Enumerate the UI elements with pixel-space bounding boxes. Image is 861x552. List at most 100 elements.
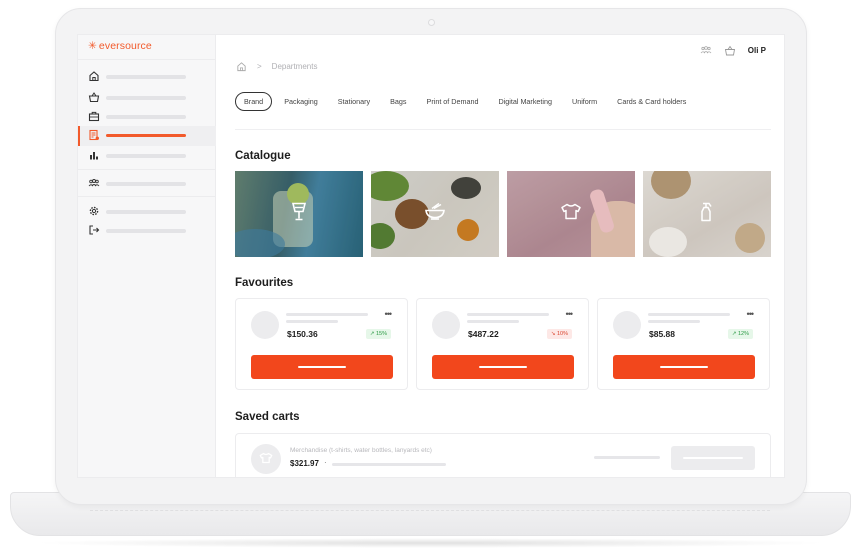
- add-to-cart-button[interactable]: [251, 355, 393, 379]
- cart-price: $321.97: [290, 459, 319, 468]
- brand-logo[interactable]: ✳ eversource: [88, 40, 152, 52]
- logo-mark: ✳: [88, 40, 97, 52]
- favourite-card: ••• $85.88 ↗ 12%: [597, 298, 770, 390]
- button-label-placeholder: [479, 366, 527, 368]
- basket-icon: [88, 91, 100, 103]
- product-name-placeholder: [286, 313, 368, 316]
- product-meta-placeholder: [286, 320, 338, 323]
- sidebar-divider: [78, 196, 216, 197]
- more-options-icon[interactable]: •••: [747, 309, 755, 319]
- catalogue-tile-food[interactable]: [371, 171, 499, 257]
- sidebar-item-settings[interactable]: [78, 202, 216, 222]
- favourite-card: ••• $487.22 ↘ 10%: [416, 298, 589, 390]
- tab-brand[interactable]: Brand: [235, 92, 273, 111]
- sidebar-item-orders[interactable]: [78, 126, 216, 146]
- tab-digital-marketing[interactable]: Digital Marketing: [488, 93, 562, 110]
- trend-badge: ↘ 10%: [546, 329, 572, 339]
- sidebar-item-team[interactable]: [78, 174, 216, 194]
- home-icon[interactable]: [236, 61, 247, 72]
- trend-value: 12%: [737, 331, 749, 337]
- sidebar-divider: [78, 169, 216, 170]
- home-icon: [88, 70, 100, 82]
- header-actions: Oli P: [700, 43, 766, 57]
- product-thumbnail: [613, 311, 641, 339]
- product-name-placeholder: [648, 313, 730, 316]
- sidebar-item-label-placeholder: [106, 182, 186, 186]
- sidebar-item-label-placeholder: [106, 210, 186, 214]
- app-screen: ✳ eversource Oli P > Departments Brand P…: [77, 34, 785, 478]
- sidebar-item-label-placeholder: [106, 154, 186, 158]
- trend-badge: ↗ 15%: [365, 329, 391, 339]
- settings-icon: [88, 205, 100, 217]
- bar-chart-icon: [88, 149, 100, 161]
- product-name-placeholder: [467, 313, 549, 316]
- add-to-cart-button[interactable]: [613, 355, 755, 379]
- sidebar-item-label-placeholder: [106, 96, 186, 100]
- document-list-icon: [88, 129, 100, 141]
- button-label-placeholder: [298, 366, 346, 368]
- tab-uniform[interactable]: Uniform: [562, 93, 607, 110]
- catalogue-title: Catalogue: [235, 150, 291, 162]
- cart-meta-placeholder: [332, 463, 446, 466]
- trend-badge: ↗ 12%: [727, 329, 753, 339]
- briefcase-icon: [88, 110, 100, 122]
- favourite-card: ••• $150.36 ↗ 15%: [235, 298, 408, 390]
- sidebar-item-label-placeholder: [106, 75, 186, 79]
- cart-separator: ·: [324, 458, 327, 467]
- product-price: $487.22: [468, 329, 499, 339]
- cocktail-glass-icon: [291, 202, 307, 227]
- trend-value: 15%: [375, 331, 387, 337]
- camera-icon: [428, 19, 435, 26]
- saved-cart-row[interactable]: Merchandise (t-shirts, water bottles, la…: [235, 433, 771, 477]
- sidebar-item-home[interactable]: [78, 67, 216, 87]
- trend-value: 10%: [556, 331, 568, 337]
- product-thumbnail: [432, 311, 460, 339]
- main-content: Oli P > Departments Brand Packaging Stat…: [216, 35, 784, 477]
- spray-bottle-icon: [700, 201, 714, 228]
- sidebar-item-label-placeholder: [106, 115, 186, 119]
- more-options-icon[interactable]: •••: [385, 309, 393, 319]
- tab-cards-card-holders[interactable]: Cards & Card holders: [607, 93, 696, 110]
- tshirt-icon: [560, 203, 582, 226]
- department-tabs: Brand Packaging Stationary Bags Print of…: [235, 92, 696, 111]
- sidebar-divider: [78, 59, 216, 60]
- logo-text: eversource: [98, 40, 152, 52]
- sidebar-item-label-placeholder: [106, 134, 186, 137]
- add-to-cart-button[interactable]: [432, 355, 574, 379]
- breadcrumb: > Departments: [236, 61, 317, 72]
- food-bowl-icon: [424, 202, 446, 226]
- product-meta-placeholder: [648, 320, 700, 323]
- catalogue-tile-apparel[interactable]: [507, 171, 635, 257]
- user-name[interactable]: Oli P: [748, 46, 766, 55]
- sidebar-item-reports[interactable]: [78, 146, 216, 166]
- basket-icon[interactable]: [724, 45, 736, 56]
- sidebar-item-logout[interactable]: [78, 221, 216, 241]
- catalogue-tile-homeware[interactable]: [643, 171, 771, 257]
- team-icon: [88, 177, 100, 189]
- tab-print-of-demand[interactable]: Print of Demand: [417, 93, 489, 110]
- sidebar-item-label-placeholder: [106, 229, 186, 233]
- cart-action-button[interactable]: [671, 446, 755, 470]
- cart-status-placeholder: [594, 456, 660, 459]
- sidebar-item-briefcase[interactable]: [78, 107, 216, 127]
- product-meta-placeholder: [467, 320, 519, 323]
- sidebar: ✳ eversource: [78, 35, 216, 477]
- laptop-keyboard-edge: [90, 510, 770, 511]
- logout-icon: [88, 224, 100, 236]
- product-price: $150.36: [287, 329, 318, 339]
- tab-stationary[interactable]: Stationary: [328, 93, 380, 110]
- breadcrumb-current[interactable]: Departments: [272, 62, 318, 71]
- catalogue-tile-drinks[interactable]: [235, 171, 363, 257]
- tab-bags[interactable]: Bags: [380, 93, 416, 110]
- favourites-list: ••• $150.36 ↗ 15% ••• $487.22 ↘ 10% ••• …: [235, 298, 770, 390]
- sidebar-item-basket[interactable]: [78, 88, 216, 108]
- laptop-shadow: [30, 538, 830, 548]
- button-label-placeholder: [660, 366, 708, 368]
- catalogue-grid: [235, 171, 771, 257]
- cart-thumbnail: [251, 444, 281, 474]
- more-options-icon[interactable]: •••: [566, 309, 574, 319]
- breadcrumb-separator: >: [257, 62, 262, 71]
- team-icon[interactable]: [700, 45, 712, 55]
- cart-description: Merchandise (t-shirts, water bottles, la…: [290, 447, 432, 454]
- tab-packaging[interactable]: Packaging: [274, 93, 328, 110]
